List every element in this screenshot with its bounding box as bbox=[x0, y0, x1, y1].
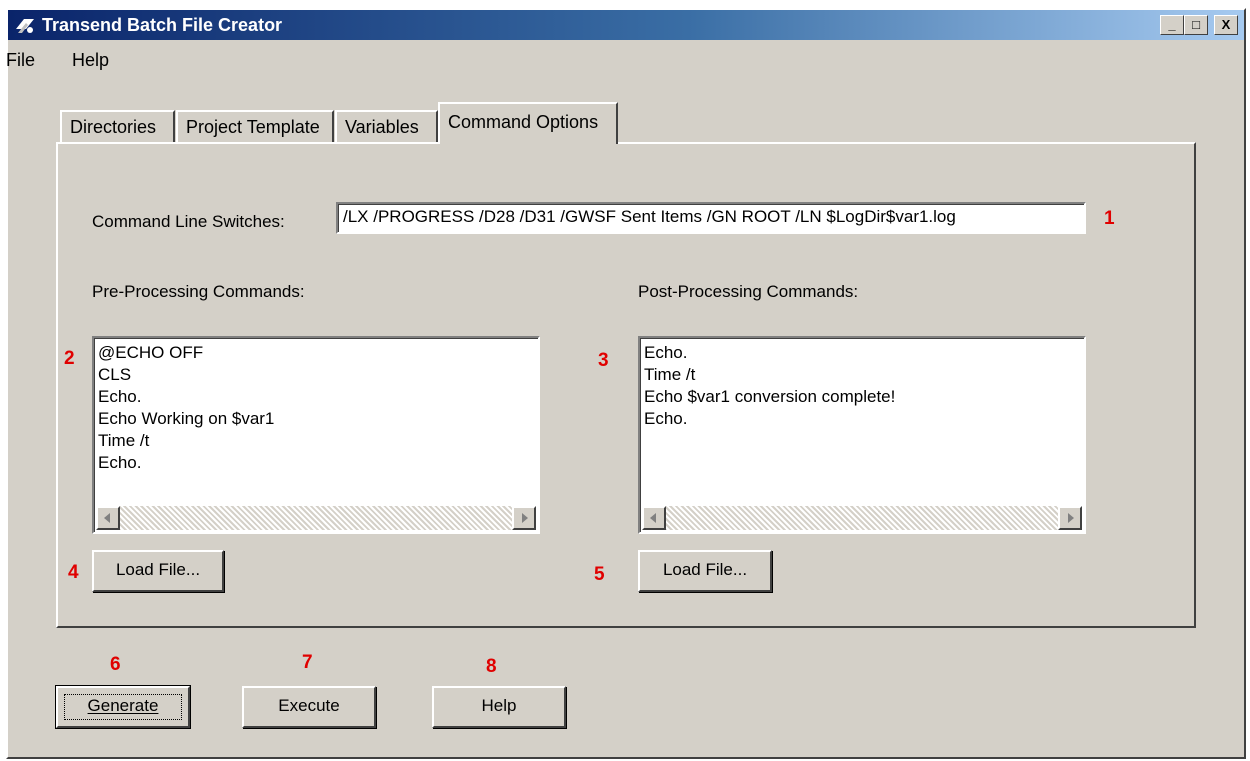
tab-variables[interactable]: Variables bbox=[335, 110, 438, 144]
pre-load-file-button[interactable]: Load File... bbox=[92, 550, 224, 592]
post-line: Echo. bbox=[644, 409, 688, 428]
tab-project-template[interactable]: Project Template bbox=[176, 110, 334, 144]
maximize-button[interactable]: □ bbox=[1184, 15, 1208, 35]
post-processing-textarea[interactable]: Echo. Time /t Echo $var1 conversion comp… bbox=[638, 336, 1086, 534]
menu-file[interactable]: File bbox=[6, 50, 35, 71]
scroll-left-icon[interactable] bbox=[642, 506, 666, 530]
pre-processing-textarea[interactable]: @ECHO OFF CLS Echo. Echo Working on $var… bbox=[92, 336, 540, 534]
pre-line: Echo. bbox=[98, 453, 142, 472]
minimize-button[interactable]: _ bbox=[1160, 15, 1184, 35]
menu-help[interactable]: Help bbox=[72, 50, 109, 71]
execute-button[interactable]: Execute bbox=[242, 686, 376, 728]
annotation-6: 6 bbox=[110, 654, 121, 675]
post-load-file-label: Load File... bbox=[662, 560, 748, 579]
post-line: Time /t bbox=[644, 365, 696, 384]
app-window: Transend Batch File Creator _ □ X File H… bbox=[6, 8, 1246, 759]
generate-button[interactable]: Generate bbox=[55, 685, 191, 729]
post-processing-label: Post-Processing Commands: bbox=[638, 282, 859, 301]
annotation-3: 3 bbox=[598, 350, 609, 371]
scroll-left-icon[interactable] bbox=[96, 506, 120, 530]
annotation-4: 4 bbox=[68, 562, 79, 583]
focus-rect bbox=[64, 694, 182, 720]
tab-directories[interactable]: Directories bbox=[60, 110, 175, 144]
execute-label: Execute bbox=[278, 696, 340, 715]
post-processing-lines: Echo. Time /t Echo $var1 conversion comp… bbox=[644, 342, 1080, 504]
window-title: Transend Batch File Creator bbox=[42, 15, 283, 35]
command-options-panel: Command Line Switches: /LX /PROGRESS /D2… bbox=[56, 142, 1196, 628]
pre-horizontal-scrollbar[interactable] bbox=[96, 506, 536, 530]
pre-load-file-label: Load File... bbox=[115, 560, 201, 579]
pre-line: CLS bbox=[98, 365, 132, 384]
annotation-8: 8 bbox=[486, 656, 497, 677]
command-line-input[interactable]: /LX /PROGRESS /D28 /D31 /GWSF Sent Items… bbox=[336, 202, 1086, 234]
scroll-right-icon[interactable] bbox=[1058, 506, 1082, 530]
pre-processing-label: Pre-Processing Commands: bbox=[92, 282, 305, 301]
app-icon bbox=[16, 19, 34, 33]
annotation-1: 1 bbox=[1104, 208, 1115, 229]
title-bar[interactable]: Transend Batch File Creator _ □ X bbox=[8, 10, 1244, 40]
post-load-file-button[interactable]: Load File... bbox=[638, 550, 772, 592]
scroll-right-icon[interactable] bbox=[512, 506, 536, 530]
post-line: Echo. bbox=[644, 343, 688, 362]
pre-line: Echo. bbox=[98, 387, 142, 406]
pre-line: @ECHO OFF bbox=[98, 343, 204, 362]
post-line: Echo $var1 conversion complete! bbox=[644, 387, 896, 406]
pre-line: Echo Working on $var1 bbox=[98, 409, 275, 428]
post-horizontal-scrollbar[interactable] bbox=[642, 506, 1082, 530]
help-label: Help bbox=[481, 696, 517, 715]
pre-processing-lines: @ECHO OFF CLS Echo. Echo Working on $var… bbox=[98, 342, 534, 504]
help-button[interactable]: Help bbox=[432, 686, 566, 728]
annotation-7: 7 bbox=[302, 652, 313, 673]
command-line-label: Command Line Switches: bbox=[92, 212, 285, 231]
pre-line: Time /t bbox=[98, 431, 150, 450]
close-button[interactable]: X bbox=[1214, 15, 1238, 35]
annotation-5: 5 bbox=[594, 564, 605, 585]
annotation-2: 2 bbox=[64, 348, 75, 369]
tab-command-options[interactable]: Command Options bbox=[438, 102, 618, 144]
